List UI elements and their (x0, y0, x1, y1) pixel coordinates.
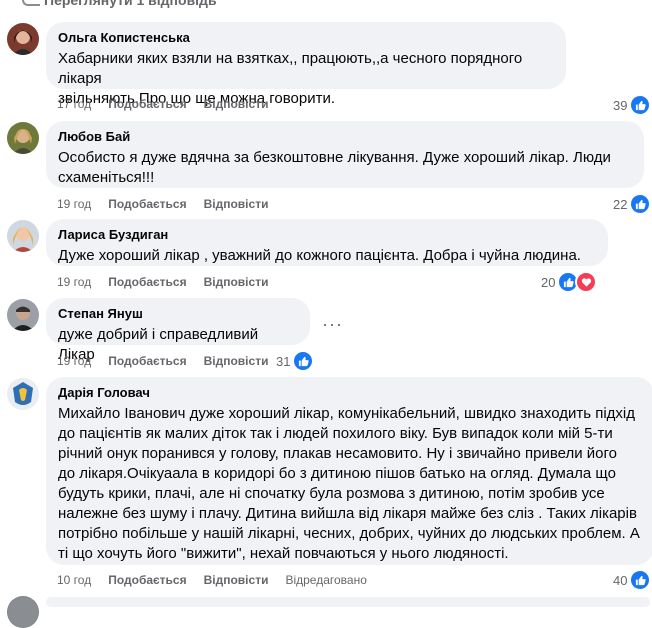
like-button[interactable]: Подобається (108, 197, 186, 211)
reaction-summary[interactable]: 20 (541, 271, 598, 293)
reaction-count: 22 (613, 196, 628, 212)
comment-author[interactable]: Степан Януш (58, 306, 298, 322)
comment-author[interactable]: Любов Бай (58, 129, 632, 145)
reaction-count: 31 (276, 353, 291, 369)
reaction-summary[interactable]: 40 (613, 569, 652, 591)
avatar[interactable] (7, 122, 39, 154)
thumbs-up-icon (629, 94, 652, 116)
comment-actions: 19 год Подобається Відповісти (57, 354, 268, 368)
reply-button[interactable]: Відповісти (204, 275, 269, 289)
comment-time[interactable]: 19 год (57, 197, 91, 211)
view-replies-link[interactable]: Переглянути 1 відповідь (44, 0, 217, 8)
like-button[interactable]: Подобається (108, 573, 186, 587)
reaction-summary[interactable]: 39 (613, 94, 652, 116)
reply-thread-icon (22, 0, 40, 6)
like-button[interactable]: Подобається (108, 275, 186, 289)
like-button[interactable]: Подобається (108, 354, 186, 368)
reaction-count: 20 (541, 274, 556, 290)
reaction-summary[interactable]: 22 (613, 193, 652, 215)
avatar[interactable] (7, 23, 39, 55)
comment-bubble: Дарія Головач Михайло Іванович дуже хоро… (46, 377, 652, 565)
avatar[interactable] (7, 220, 39, 252)
reply-button[interactable]: Відповісти (204, 197, 269, 211)
comment-text: Особисто я дуже вдячна за безкоштовне лі… (58, 149, 611, 186)
comment-text: Михайло Іванович дуже хороший лікар, ком… (58, 405, 640, 562)
comment-bubble: Лариса Буздиган Дуже хороший лікар , ува… (46, 219, 608, 266)
heart-icon (575, 271, 598, 293)
reply-button[interactable]: Відповісти (204, 354, 269, 368)
like-button[interactable]: Подобається (108, 97, 186, 111)
avatar[interactable] (7, 596, 39, 628)
comment-actions: 17 год Подобається Відповісти (57, 97, 268, 111)
reply-button[interactable]: Відповісти (204, 573, 269, 587)
more-dots-icon[interactable]: ··· (322, 314, 343, 335)
thumbs-up-icon (292, 350, 315, 372)
avatar[interactable] (7, 299, 39, 331)
comment-time[interactable]: 19 год (57, 354, 91, 368)
comment-bubble: Степан Януш дуже добрий і справедливий Л… (46, 298, 310, 363)
comment-author[interactable]: Лариса Буздиган (58, 227, 596, 243)
comment-author[interactable]: Ольга Копистенська (58, 30, 554, 46)
comment-bubble (46, 597, 650, 607)
comment-time[interactable]: 17 год (57, 97, 91, 111)
edited-label[interactable]: Відредаговано (285, 573, 366, 587)
comment-actions: 10 год Подобається Відповісти Відредагов… (57, 573, 367, 587)
avatar[interactable] (7, 378, 39, 410)
comment-bubble: Любов Бай Особисто я дуже вдячна за безк… (46, 121, 644, 188)
comment-time[interactable]: 19 год (57, 275, 91, 289)
comment-actions: 19 год Подобається Відповісти (57, 197, 268, 211)
reaction-count: 40 (613, 572, 628, 588)
comment-bubble: Ольга Копистенська Хабарники яких взяли … (46, 22, 566, 107)
reaction-summary[interactable]: 31 (276, 350, 315, 372)
comment-time[interactable]: 10 год (57, 573, 91, 587)
comment-actions: 19 год Подобається Відповісти (57, 275, 268, 289)
thumbs-up-icon (629, 193, 652, 215)
thumbs-up-icon (629, 569, 652, 591)
comment-text: Дуже хороший лікар , уважний до кожного … (58, 247, 581, 264)
comment-author[interactable]: Дарія Головач (58, 385, 642, 401)
reply-button[interactable]: Відповісти (204, 97, 269, 111)
reaction-count: 39 (613, 97, 628, 113)
